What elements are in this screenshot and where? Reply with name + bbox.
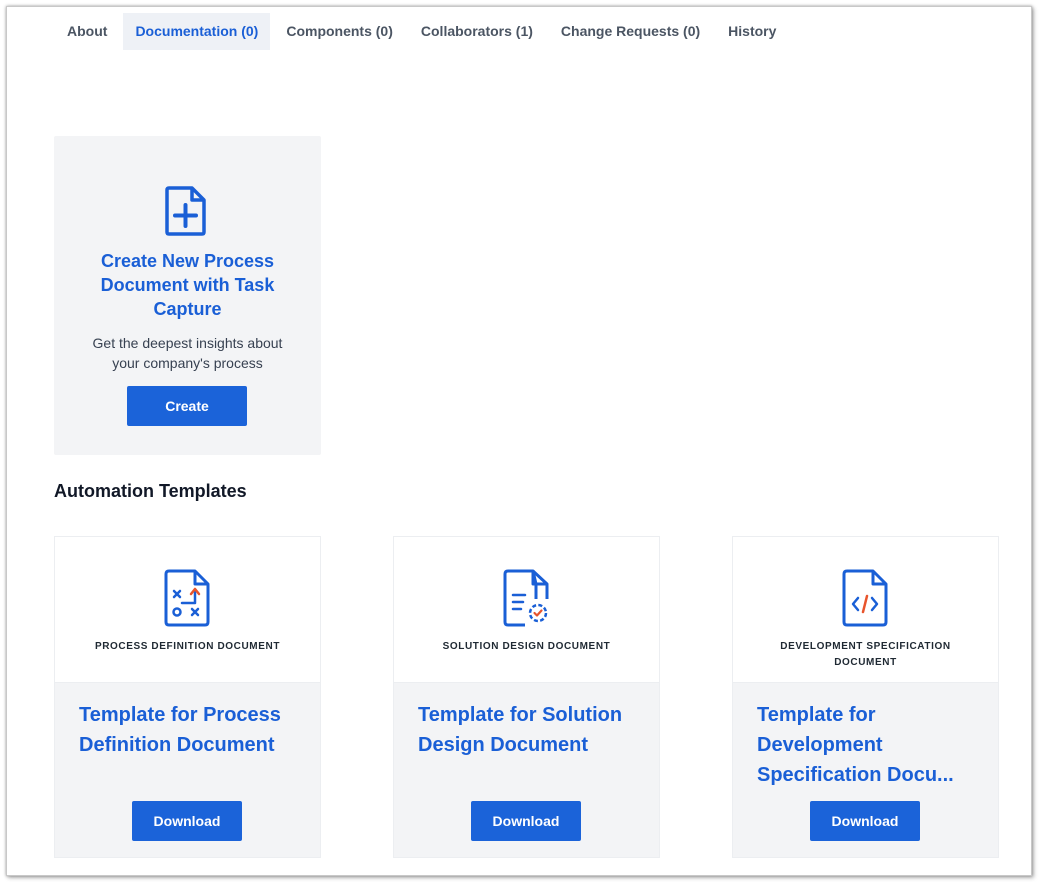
document-code-icon bbox=[842, 569, 888, 627]
app-window: About Documentation (0) Components (0) C… bbox=[6, 6, 1032, 876]
download-button[interactable]: Download bbox=[810, 801, 920, 841]
tab-collaborators[interactable]: Collaborators (1) bbox=[409, 13, 545, 50]
create-document-card: Create New Process Document with Task Ca… bbox=[54, 136, 321, 455]
template-card-header: DEVELOPMENT SPECIFICATION DOCUMENT bbox=[733, 537, 998, 683]
tab-history[interactable]: History bbox=[716, 13, 788, 50]
template-card-label: PROCESS DEFINITION DOCUMENT bbox=[94, 641, 281, 652]
tab-bar: About Documentation (0) Components (0) C… bbox=[55, 13, 788, 50]
tab-about[interactable]: About bbox=[55, 13, 119, 50]
template-card-title[interactable]: Template for Solution Design Document bbox=[418, 700, 643, 760]
tab-change-requests[interactable]: Change Requests (0) bbox=[549, 13, 712, 50]
download-button[interactable]: Download bbox=[471, 801, 581, 841]
template-card-process-definition: PROCESS DEFINITION DOCUMENT Template for… bbox=[54, 536, 321, 858]
template-card-title[interactable]: Template for Process Definition Document bbox=[79, 700, 304, 760]
template-card-label: DEVELOPMENT SPECIFICATION DOCUMENT bbox=[780, 641, 951, 668]
tab-documentation[interactable]: Documentation (0) bbox=[123, 13, 271, 50]
download-button[interactable]: Download bbox=[132, 801, 242, 841]
template-card-header: SOLUTION DESIGN DOCUMENT bbox=[394, 537, 659, 683]
template-card-development-specification: DEVELOPMENT SPECIFICATION DOCUMENT Templ… bbox=[732, 536, 999, 858]
tab-components[interactable]: Components (0) bbox=[274, 13, 405, 50]
create-card-title: Create New Process Document with Task Ca… bbox=[100, 251, 275, 319]
automation-templates-heading: Automation Templates bbox=[54, 481, 247, 501]
template-card-label: SOLUTION DESIGN DOCUMENT bbox=[442, 641, 611, 652]
file-plus-icon bbox=[165, 186, 206, 236]
create-button[interactable]: Create bbox=[127, 386, 247, 426]
create-card-description: Get the deepest insights about your comp… bbox=[92, 335, 283, 371]
document-gear-icon bbox=[503, 569, 549, 627]
process-map-document-icon bbox=[164, 569, 210, 627]
template-card-solution-design: SOLUTION DESIGN DOCUMENT Template for So… bbox=[393, 536, 660, 858]
template-card-title[interactable]: Template for Development Specification D… bbox=[757, 700, 982, 790]
template-card-header: PROCESS DEFINITION DOCUMENT bbox=[55, 537, 320, 683]
